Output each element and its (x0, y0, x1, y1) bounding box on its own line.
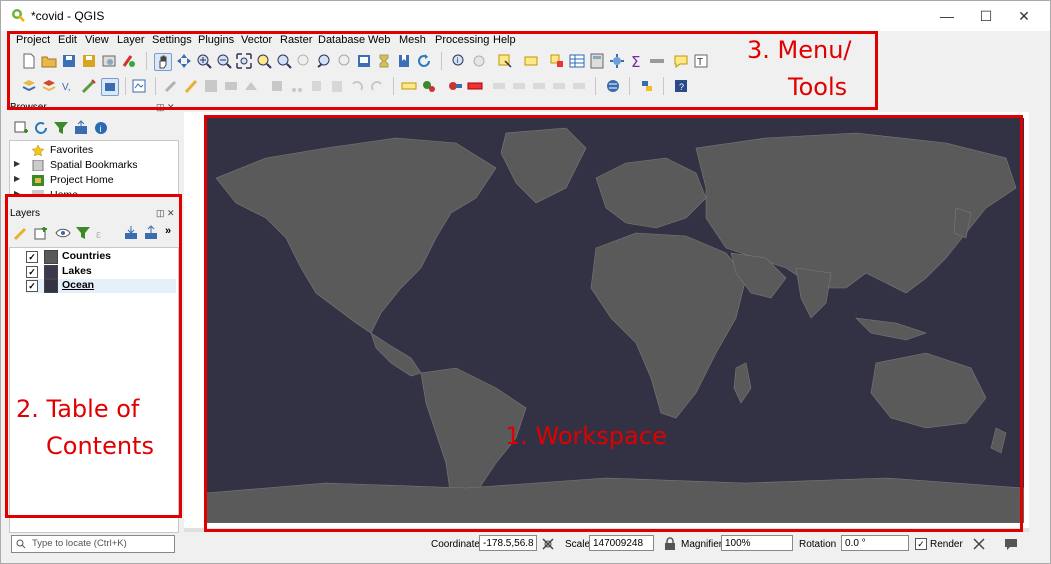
scale-label: Scale (565, 539, 591, 550)
toc-annotation-line-2: Contents (46, 432, 154, 460)
minimize-button[interactable]: — (935, 6, 959, 26)
menu-annotation-line-2: Tools (788, 73, 848, 101)
properties-info-icon[interactable]: i (93, 120, 109, 136)
svg-text:i: i (100, 124, 102, 134)
crs-status-icon[interactable] (972, 537, 986, 551)
expand-caret-icon[interactable]: ▶ (14, 174, 20, 183)
toc-annotation-box (5, 194, 182, 518)
render-label: Render (930, 539, 963, 550)
search-icon (16, 539, 26, 549)
coordinate-field[interactable]: -178.5,56.8 (479, 535, 537, 551)
messages-icon[interactable] (1004, 537, 1018, 551)
qgis-window: *covid - QGIS — ☐ ✕ Project Edit View La… (0, 0, 1051, 564)
locator-search-input[interactable]: Type to locate (Ctrl+K) (11, 535, 175, 553)
qgis-logo-icon (12, 9, 25, 22)
refresh-browser-icon[interactable] (33, 120, 49, 136)
status-bar: Type to locate (Ctrl+K) Coordinate -178.… (1, 533, 1050, 555)
render-checkbox[interactable]: ✓ (915, 538, 927, 550)
rotation-label: Rotation (799, 539, 837, 550)
coordinate-label: Coordinate (431, 539, 480, 550)
lock-scale-icon[interactable] (664, 537, 676, 551)
rotation-field[interactable]: 0.0 ° (841, 535, 909, 551)
menu-annotation-line-1: 3. Menu/ (747, 36, 852, 64)
magnifier-label: Magnifier (681, 539, 723, 550)
close-button[interactable]: ✕ (1012, 6, 1036, 26)
browser-tree: Favorites ▶ Spatial Bookmarks ▶ Project … (9, 140, 179, 197)
browser-toolbar: i (9, 119, 179, 137)
workspace-annotation-label: 1. Workspace (505, 422, 667, 450)
scale-field[interactable]: 147009248 (589, 535, 654, 551)
window-title: *covid - QGIS (31, 9, 105, 23)
magnifier-field[interactable]: 100% (721, 535, 793, 551)
add-selected-layers-icon[interactable] (13, 120, 29, 136)
bookmark-icon (32, 160, 44, 171)
toc-annotation-line-1: 2. Table of (16, 395, 140, 423)
title-bar: *covid - QGIS — ☐ ✕ (1, 1, 1050, 31)
expand-caret-icon[interactable]: ▶ (14, 159, 20, 168)
star-icon (32, 145, 44, 156)
collapse-all-icon[interactable] (73, 120, 89, 136)
workspace-annotation-box (204, 115, 1023, 532)
filter-browser-icon[interactable] (53, 120, 69, 136)
maximize-button[interactable]: ☐ (974, 6, 998, 26)
project-home-icon (32, 175, 44, 186)
extents-toggle-icon[interactable] (541, 537, 555, 551)
